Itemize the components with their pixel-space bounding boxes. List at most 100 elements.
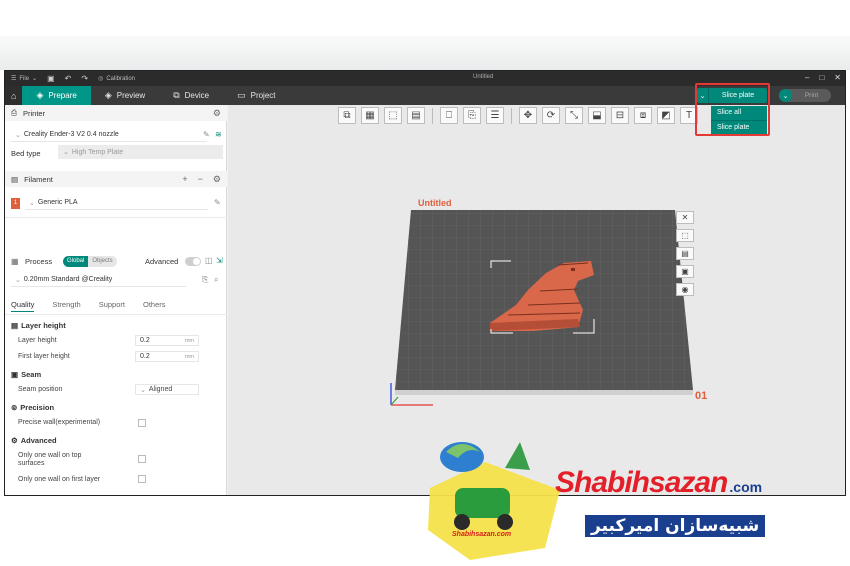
- tab-strength[interactable]: Strength: [52, 300, 80, 312]
- precision-group-label: Precision: [20, 403, 55, 412]
- process-section-label: Process: [25, 257, 53, 266]
- minimize-icon[interactable]: –: [805, 73, 809, 82]
- advanced-label: Advanced: [145, 257, 179, 266]
- first-layer-height-label: First layer height: [18, 353, 70, 360]
- edit-filament-icon[interactable]: ✎: [214, 198, 221, 207]
- unit-label: mm: [184, 353, 194, 360]
- calibration-label: Calibration: [106, 75, 135, 82]
- calibration-menu[interactable]: ◎ Calibration: [98, 75, 135, 83]
- bed-type-select[interactable]: ⌄ High Temp Plate: [58, 145, 223, 159]
- printer-icon: ⎙: [11, 108, 17, 117]
- seam-position-select[interactable]: ⌄ Aligned: [135, 384, 199, 395]
- tab-device[interactable]: ⧉ Device: [159, 86, 223, 105]
- seam-group-label: Seam: [21, 370, 42, 379]
- plate-settings-icon[interactable]: ◉: [676, 283, 694, 296]
- brand-latin: Shabihsazan: [555, 466, 728, 499]
- precise-wall-label: Precise wall(experimental): [18, 419, 101, 426]
- advanced-group: ⚙ Advanced: [11, 436, 57, 445]
- calibration-icon: ◎: [98, 76, 104, 82]
- filament-color-swatch[interactable]: 1: [11, 198, 20, 209]
- edit-printer-icon[interactable]: ✎: [203, 130, 210, 139]
- advanced-icon: ⚙: [11, 436, 18, 445]
- filament-section-header: ▤ Filament + − ⚙: [5, 171, 227, 187]
- plate-side-toolbar: ✕ ⬚ ▤ ▣ ◉: [676, 211, 694, 296]
- bed-type-value: High Temp Plate: [71, 148, 124, 156]
- one-wall-first-checkbox[interactable]: [138, 475, 146, 483]
- process-icon: ▦: [11, 257, 19, 266]
- advanced-toggle[interactable]: [185, 257, 201, 266]
- tab-support[interactable]: Support: [99, 300, 125, 312]
- compare-icon[interactable]: ◫: [205, 256, 213, 265]
- printer-select[interactable]: ⌄ Creality Ender-3 V2 0.4 nozzle: [11, 128, 207, 142]
- layer-height-group: ▤ Layer height: [11, 321, 66, 330]
- remove-filament-icon[interactable]: −: [198, 174, 203, 185]
- objects-option[interactable]: Objects: [88, 256, 117, 267]
- seam-position-value: Aligned: [148, 386, 173, 393]
- brand-persian: شبیه‌سازان امیرکبیر: [585, 515, 766, 537]
- search-icon[interactable]: ⌕: [214, 275, 218, 285]
- lock-plate-icon[interactable]: ▣: [676, 265, 694, 278]
- plate-name-label: Untitled: [418, 198, 452, 208]
- advanced-group-label: Advanced: [20, 436, 57, 445]
- layer-height-value: 0.2: [140, 337, 150, 344]
- one-wall-top-checkbox[interactable]: [138, 455, 146, 463]
- file-menu-label: File: [19, 75, 30, 82]
- plate-orient-icon[interactable]: ⬚: [676, 229, 694, 242]
- tab-quality[interactable]: Quality: [11, 300, 35, 312]
- one-wall-first-label: Only one wall on first layer: [18, 476, 101, 483]
- brand-tld: .com: [729, 479, 763, 495]
- plate-arrange-icon[interactable]: ▤: [676, 247, 694, 260]
- redo-icon[interactable]: ↷: [81, 74, 88, 83]
- print-dropdown-chevron-icon[interactable]: ⌄: [779, 89, 792, 102]
- divider: [5, 314, 227, 315]
- chevron-down-icon: ⌄: [32, 76, 38, 82]
- first-layer-height-input[interactable]: 0.2 mm: [135, 351, 199, 362]
- global-option[interactable]: Global: [63, 256, 89, 267]
- badge-text: Shabihsazan.com: [452, 531, 512, 538]
- precise-wall-checkbox[interactable]: [138, 419, 146, 427]
- layer-height-input[interactable]: 0.2 mm: [135, 335, 199, 346]
- delete-plate-icon[interactable]: ✕: [676, 211, 694, 224]
- close-icon[interactable]: ✕: [834, 73, 841, 82]
- maximize-icon[interactable]: □: [819, 73, 824, 82]
- tab-device-label: Device: [184, 91, 210, 100]
- 3d-viewport[interactable]: ⧉ ▦ ⬚ ▤ ⎕ ⎘ ☰ ✥ ⟳ ⤡ ⬓ ⊟ ⧈ ◩ T Untitled 0…: [228, 105, 845, 495]
- chevron-down-icon: ⌄: [63, 149, 69, 156]
- undo-icon[interactable]: ↶: [65, 74, 72, 83]
- filament-settings-gear-icon[interactable]: ⚙: [213, 174, 221, 185]
- tab-prepare[interactable]: ◈ Prepare: [22, 86, 91, 105]
- global-objects-switch: Global Objects: [63, 256, 117, 267]
- printer-section-header: ⎙ Printer ⚙: [5, 105, 227, 121]
- save-icon[interactable]: ▣: [47, 74, 55, 83]
- wifi-icon[interactable]: ≋: [215, 130, 222, 139]
- process-preset-select[interactable]: ⌄ 0.20mm Standard @Creality: [11, 273, 186, 287]
- printer-settings-gear-icon[interactable]: ⚙: [213, 108, 221, 119]
- tab-project[interactable]: ▭ Project: [223, 86, 289, 105]
- layers-icon: ◈: [104, 90, 112, 100]
- seam-group: ▣ Seam: [11, 370, 41, 379]
- add-filament-icon[interactable]: +: [182, 174, 187, 185]
- top-background: [0, 0, 850, 70]
- printer-section-label: Printer: [23, 108, 46, 118]
- file-menu[interactable]: ☰ File ⌄: [11, 75, 38, 83]
- window-title: Untitled: [473, 74, 494, 80]
- tab-preview[interactable]: ◈ Preview: [91, 86, 159, 105]
- save-preset-icon[interactable]: ⎘: [202, 275, 208, 285]
- first-layer-height-value: 0.2: [140, 353, 150, 360]
- project-icon: ▭: [237, 90, 246, 100]
- filament-select[interactable]: ⌄ Generic PLA: [25, 196, 208, 210]
- tab-preview-label: Preview: [116, 91, 146, 100]
- bed-type-label: Bed type: [11, 149, 41, 158]
- top-fade: [0, 36, 850, 70]
- chevron-down-icon: ⌄: [15, 276, 21, 284]
- expand-icon[interactable]: ⇲: [216, 256, 223, 265]
- print-button[interactable]: ⌄ Print: [779, 89, 831, 102]
- device-icon: ⧉: [173, 90, 180, 100]
- home-button[interactable]: ⌂: [5, 86, 23, 105]
- y-axis: [390, 396, 399, 406]
- plate-number: 01: [695, 390, 708, 402]
- tab-others[interactable]: Others: [143, 300, 166, 312]
- one-wall-top-label: Only one wall on top: [18, 452, 82, 459]
- window-controls: – □ ✕: [805, 73, 841, 82]
- home-icon: ⌂: [11, 90, 17, 101]
